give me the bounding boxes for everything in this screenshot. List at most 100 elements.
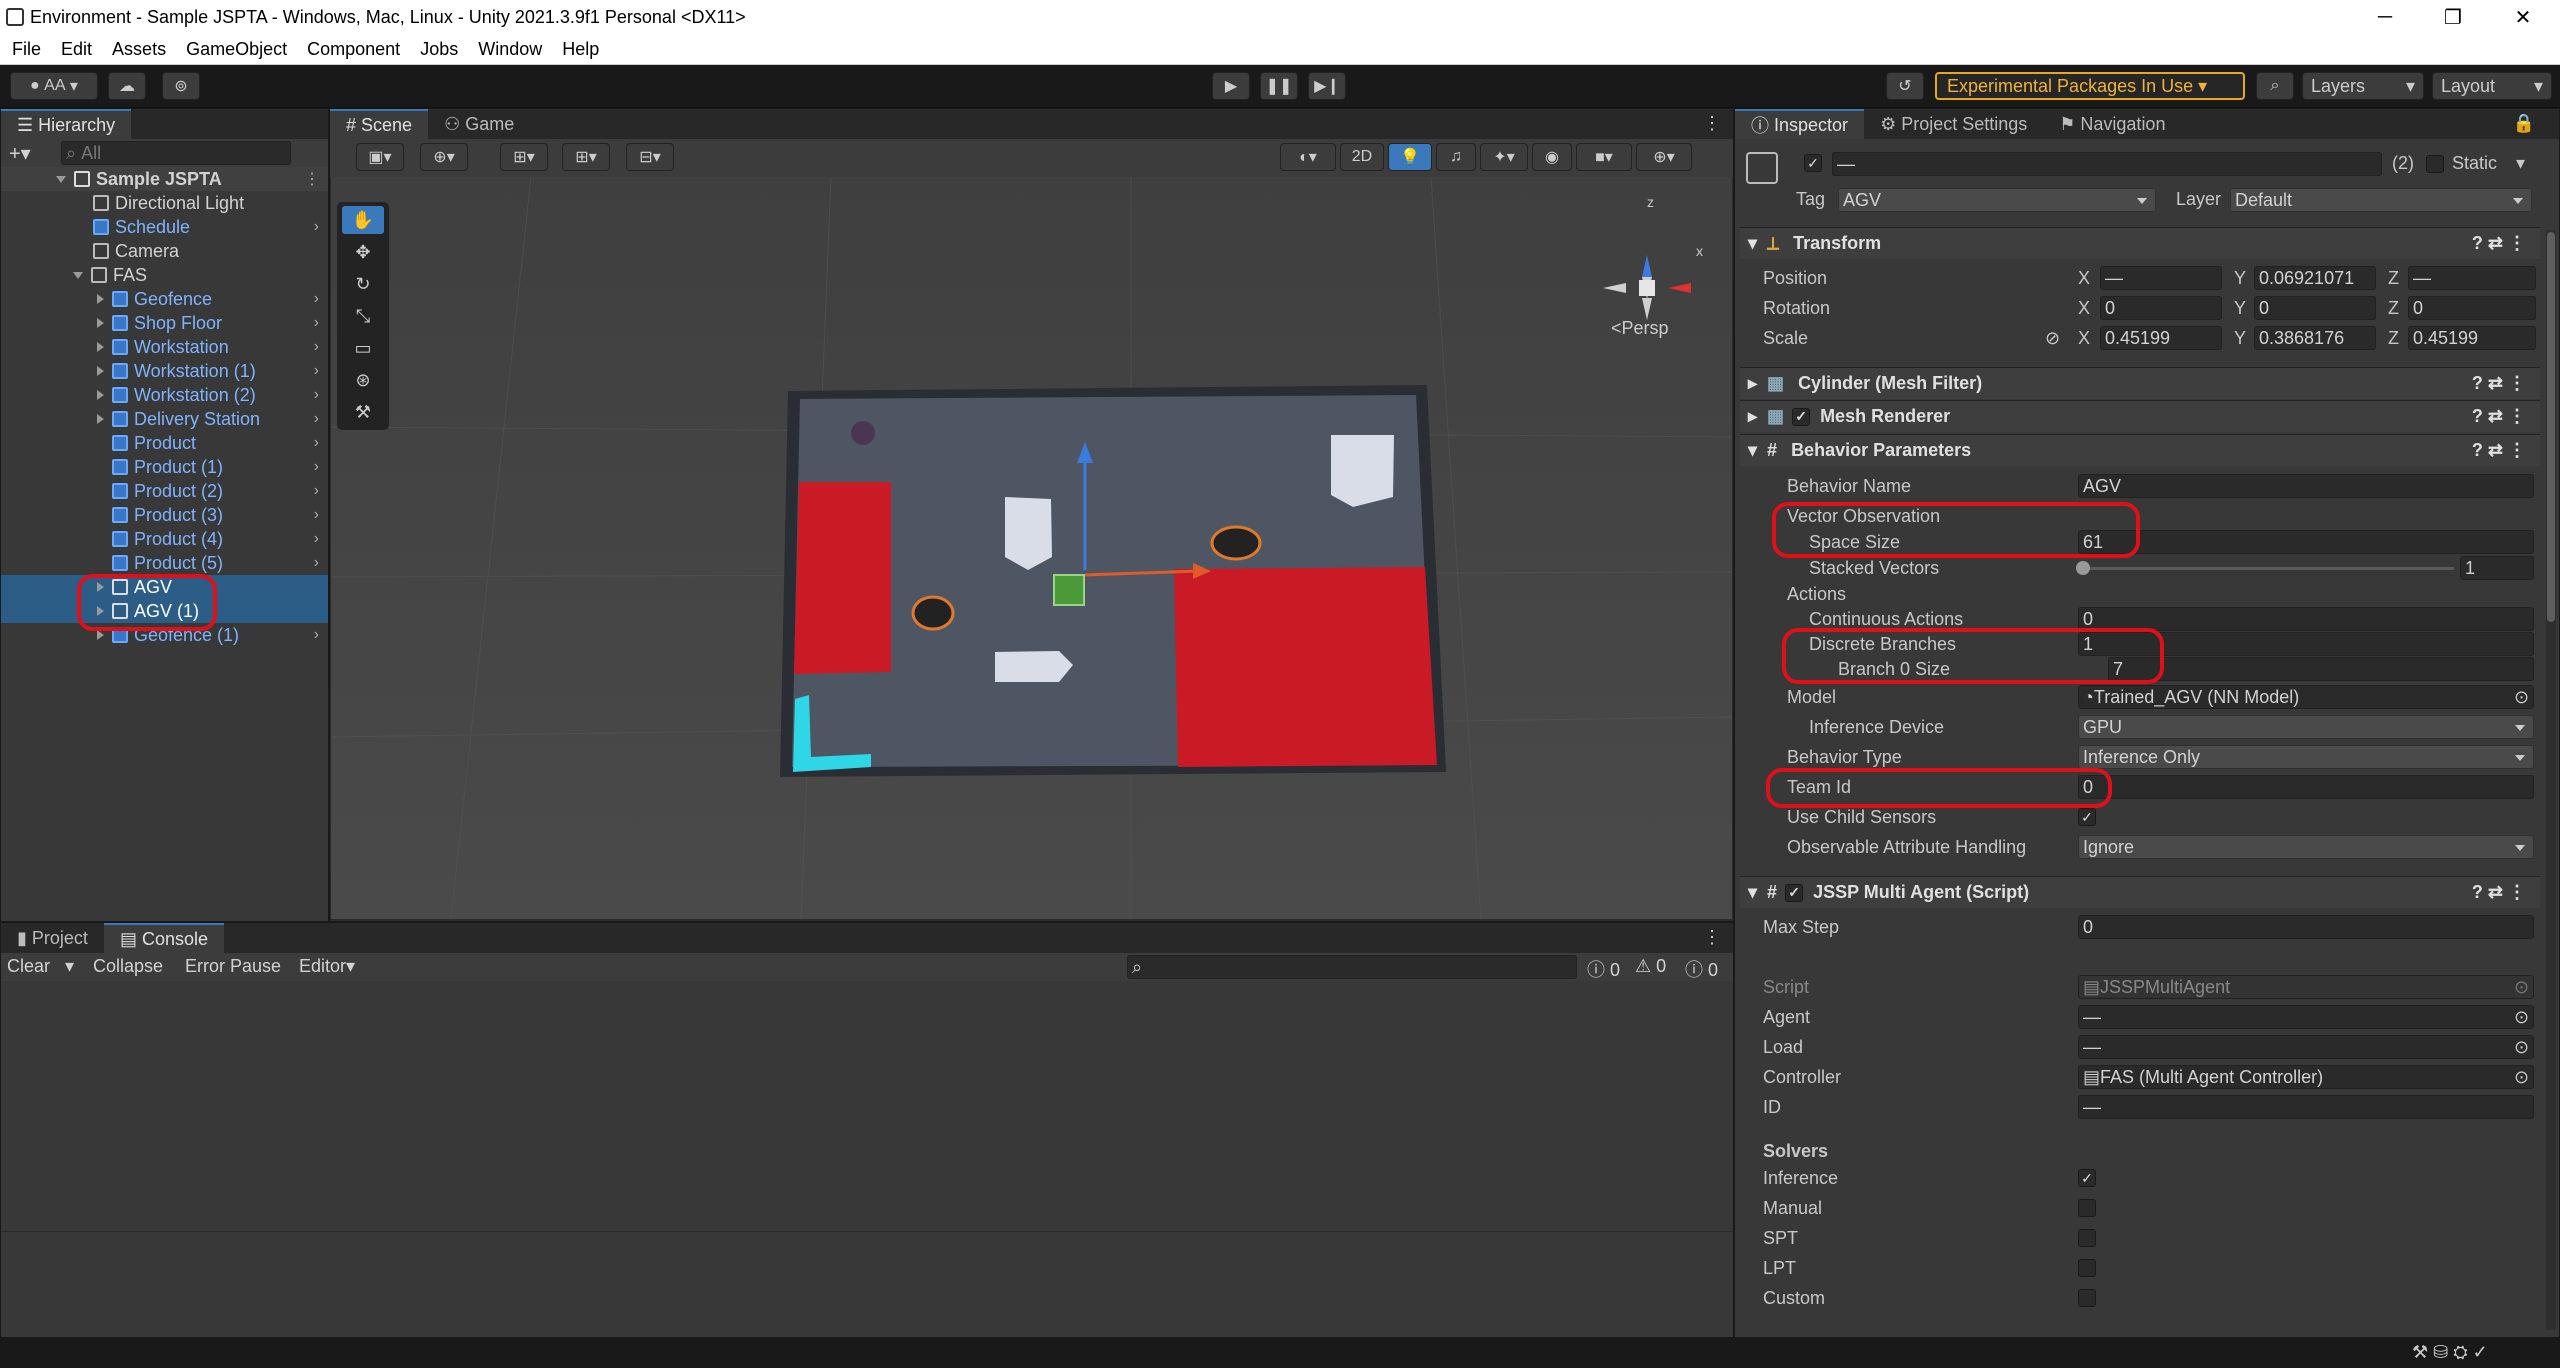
pause-button[interactable]: ❚❚ xyxy=(1260,72,1298,100)
maximize-button[interactable]: ❐ xyxy=(2418,0,2488,35)
object-picker-icon[interactable]: ⊙ xyxy=(2514,1007,2529,1028)
effects-button[interactable]: ✦▾ xyxy=(1480,143,1528,171)
tab-inspector[interactable]: ⓘ Inspector xyxy=(1735,109,1865,139)
mesh-renderer-header[interactable]: ▸ ▦ ✓ Mesh Renderer? ⇄ ⋮ xyxy=(1740,400,2540,432)
transform-tool-button[interactable]: ⊛ xyxy=(342,366,384,394)
stacked-vectors-input[interactable]: 1 xyxy=(2460,556,2534,580)
list-item[interactable]: Directional Light xyxy=(1,191,327,215)
scrollbar-thumb[interactable] xyxy=(2547,232,2555,622)
tab-project-settings[interactable]: ⚙ Project Settings xyxy=(1864,109,2043,139)
component-menu-icon[interactable]: ? ⇄ ⋮ xyxy=(2472,440,2526,461)
chevron-right-icon[interactable]: › xyxy=(314,530,319,548)
behavior-type-dropdown[interactable]: Inference Only xyxy=(2078,745,2534,769)
component-menu-icon[interactable]: ? ⇄ ⋮ xyxy=(2472,882,2526,903)
model-field[interactable]: ◔ Trained_AGV (NN Model) xyxy=(2078,685,2534,709)
slider-thumb[interactable] xyxy=(2076,561,2090,575)
tab-navigation[interactable]: ⚑ Navigation xyxy=(2043,109,2181,139)
manual-checkbox[interactable] xyxy=(2078,1199,2096,1217)
rotation-z-input[interactable]: 0 xyxy=(2408,296,2536,320)
constrain-proportions-icon[interactable]: ⊘ xyxy=(2045,328,2060,349)
rotation-y-input[interactable]: 0 xyxy=(2254,296,2376,320)
shading-button[interactable]: ◐▾ xyxy=(1280,143,1336,171)
position-x-input[interactable]: — xyxy=(2100,266,2222,290)
list-item[interactable]: Camera xyxy=(1,239,327,263)
scene-row[interactable]: Sample JSPTA ⋮ xyxy=(1,167,328,191)
camera-settings-button[interactable]: ■▾ xyxy=(1576,143,1632,171)
error-pause-button[interactable]: Error Pause xyxy=(185,956,281,977)
object-name-input[interactable]: — xyxy=(1832,152,2382,176)
static-checkbox[interactable] xyxy=(2426,155,2444,173)
custom-tool-button[interactable]: ⚒ xyxy=(342,398,384,426)
play-button[interactable]: ▶ xyxy=(1212,72,1250,100)
move-tool-button[interactable]: ✥ xyxy=(342,238,384,266)
list-item[interactable]: Product (2) › xyxy=(1,479,327,503)
lpt-checkbox[interactable] xyxy=(2078,1259,2096,1277)
list-item[interactable]: Product (1) › xyxy=(1,455,327,479)
spt-checkbox[interactable] xyxy=(2078,1229,2096,1247)
jssp-enabled-checkbox[interactable]: ✓ xyxy=(1785,883,1804,902)
layout-dropdown[interactable]: Layout ▾ xyxy=(2432,72,2552,100)
controller-field[interactable]: ▤ FAS (Multi Agent Controller) xyxy=(2078,1065,2534,1089)
static-dropdown-icon[interactable]: ▾ xyxy=(2516,153,2525,174)
inference-device-dropdown[interactable]: GPU xyxy=(2078,715,2534,739)
editor-dropdown[interactable]: Editor▾ xyxy=(299,956,355,977)
object-picker-icon[interactable]: ⊙ xyxy=(2514,1067,2529,1088)
increment-snap-button[interactable]: ⊞▾ xyxy=(562,143,610,171)
component-menu-icon[interactable]: ? ⇄ ⋮ xyxy=(2472,406,2526,427)
id-input[interactable]: — xyxy=(2078,1095,2534,1119)
position-y-input[interactable]: 0.06921071 xyxy=(2254,266,2376,290)
list-item[interactable]: Product › xyxy=(1,431,327,455)
list-item[interactable]: Workstation (2) › xyxy=(1,383,327,407)
chevron-right-icon[interactable]: › xyxy=(314,410,319,428)
list-item[interactable]: Geofence › xyxy=(1,287,327,311)
chevron-right-icon[interactable]: › xyxy=(314,338,319,356)
menu-jobs[interactable]: Jobs xyxy=(420,39,458,60)
list-item[interactable]: Shop Floor › xyxy=(1,311,327,335)
tab-game[interactable]: ⚇ Game xyxy=(428,109,530,139)
cloud-button[interactable]: ☁ xyxy=(108,72,146,100)
chevron-right-icon[interactable]: › xyxy=(314,290,319,308)
add-icon[interactable]: +▾ xyxy=(9,141,31,166)
scale-y-input[interactable]: 0.3868176 xyxy=(2254,326,2376,350)
collapse-button[interactable]: Collapse xyxy=(93,956,163,977)
console-search-input[interactable]: ⌕ xyxy=(1127,955,1577,979)
close-button[interactable]: ✕ xyxy=(2488,0,2558,35)
list-item[interactable]: Workstation › xyxy=(1,335,327,359)
chevron-right-icon[interactable]: › xyxy=(314,506,319,524)
persp-toggle[interactable]: <Persp xyxy=(1611,318,1669,339)
undo-history-button[interactable]: ↺ xyxy=(1886,72,1924,100)
chevron-right-icon[interactable]: › xyxy=(314,458,319,476)
collab-button[interactable]: ⊚ xyxy=(162,72,200,100)
branch-0-size-input[interactable]: 7 xyxy=(2108,657,2534,681)
menu-assets[interactable]: Assets xyxy=(112,39,166,60)
menu-edit[interactable]: Edit xyxy=(61,39,92,60)
object-picker-icon[interactable]: ⊙ xyxy=(2514,1037,2529,1058)
warning-toggle[interactable]: ⚠ 0 xyxy=(1635,956,1666,977)
max-step-input[interactable]: 0 xyxy=(2078,915,2534,939)
mesh-renderer-enabled-checkbox[interactable]: ✓ xyxy=(1792,407,1811,426)
more-icon[interactable]: ⋮ xyxy=(1703,927,1721,948)
space-size-input[interactable]: 61 xyxy=(2078,530,2534,554)
menu-file[interactable]: File xyxy=(12,39,41,60)
component-menu-icon[interactable]: ? ⇄ ⋮ xyxy=(2472,373,2526,394)
account-button[interactable]: ● AA ▾ xyxy=(10,72,98,100)
gizmos-button[interactable]: ⊕▾ xyxy=(1636,143,1692,171)
error-toggle[interactable]: ⓘ 0 xyxy=(1685,956,1718,982)
behavior-name-input[interactable]: AGV xyxy=(2078,474,2534,498)
list-item[interactable]: Product (5) › xyxy=(1,551,327,575)
object-picker-icon[interactable]: ⊙ xyxy=(2514,687,2529,708)
layers-dropdown[interactable]: Layers ▾ xyxy=(2302,72,2424,100)
chevron-right-icon[interactable]: › xyxy=(314,626,319,644)
load-field[interactable]: — xyxy=(2078,1035,2534,1059)
search-button[interactable]: ⌕ xyxy=(2256,72,2294,100)
chevron-right-icon[interactable]: › xyxy=(314,218,319,236)
list-item[interactable]: Schedule › xyxy=(1,215,327,239)
clear-button[interactable]: Clear xyxy=(7,956,50,977)
hidden-objects-button[interactable]: ◉ xyxy=(1532,143,1572,171)
menu-help[interactable]: Help xyxy=(562,39,599,60)
tab-project[interactable]: ▮ Project xyxy=(1,923,104,953)
tab-scene[interactable]: # Scene xyxy=(330,109,429,139)
grid-snap-button[interactable]: ⊞▾ xyxy=(500,143,548,171)
list-item[interactable]: Product (4) › xyxy=(1,527,327,551)
active-checkbox[interactable]: ✓ xyxy=(1804,154,1822,172)
